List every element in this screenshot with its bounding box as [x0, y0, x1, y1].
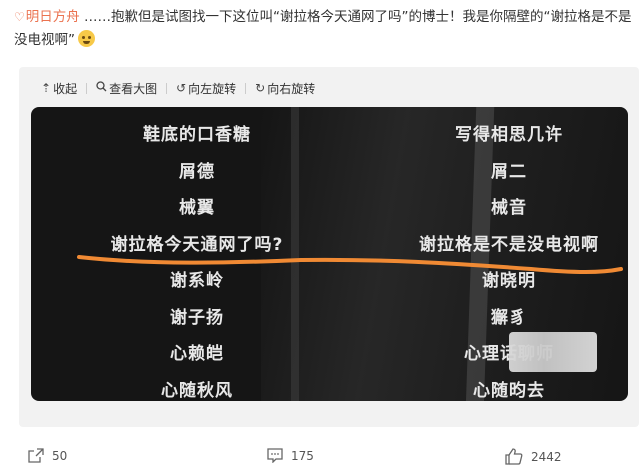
heart-icon: ♡ — [14, 10, 25, 24]
collapse-icon: ⇡ — [41, 81, 52, 95]
thumbs-up-icon — [505, 448, 523, 465]
crying-emoji-icon — [78, 30, 95, 47]
comment-icon — [267, 448, 283, 463]
post-body: ……抱歉但是试图找一下这位叫“谢拉格今天通网了吗”的博士！我是你隔壁的“谢拉格是… — [14, 9, 632, 48]
image-beam — [291, 107, 299, 401]
author-link[interactable]: 明日方舟 — [26, 9, 80, 25]
magnifier-icon — [96, 81, 107, 95]
divider — [86, 82, 88, 94]
credit-name: 心随昀去 — [473, 380, 545, 401]
credit-name: 写得相思几许 — [455, 125, 563, 145]
comment-button[interactable]: 175 — [267, 448, 314, 463]
credit-name: 鞋底的口香糖 — [143, 125, 251, 145]
rotate-right-label: 向右旋转 — [267, 81, 316, 96]
credits-left-column: 鞋底的口香糖 屑德 械翼 谢拉格今天通网了吗? 谢系岭 谢子扬 心赖皑 心随秋风 — [111, 117, 283, 401]
divider — [166, 82, 168, 94]
rotate-left-button[interactable]: ↺ 向左旋转 — [176, 80, 236, 97]
repost-count: 50 — [52, 448, 68, 463]
view-large-label: 查看大图 — [109, 81, 158, 96]
image-toolbar: ⇡ 收起 查看大图 ↺ 向左旋转 ↻ 向右旋转 — [41, 77, 315, 99]
credit-name: 谢子扬 — [170, 307, 224, 328]
comment-count: 175 — [291, 448, 314, 463]
credit-name: 谢系岭 — [170, 271, 224, 291]
repost-button[interactable]: 50 — [28, 448, 67, 463]
credit-name: 屑二 — [491, 161, 527, 182]
credit-name: 心随秋风 — [161, 380, 233, 401]
like-button[interactable]: 2442 — [505, 448, 562, 465]
rotate-left-icon: ↺ — [176, 81, 187, 95]
post-text: ♡明日方舟 ……抱歉但是试图找一下这位叫“谢拉格今天通网了吗”的博士！我是你隔壁… — [14, 6, 634, 52]
collapse-button[interactable]: ⇡ 收起 — [41, 80, 77, 97]
like-count: 2442 — [531, 449, 562, 464]
rotate-right-button[interactable]: ↻ 向右旋转 — [255, 80, 315, 97]
watermark-blur — [509, 332, 597, 372]
post-actions: 50 175 2442 — [0, 440, 641, 474]
credit-name: 獬豸 — [491, 307, 527, 328]
collapse-label: 收起 — [53, 81, 78, 96]
credit-name: 屑德 — [179, 161, 215, 182]
divider — [245, 82, 247, 94]
repost-icon — [28, 448, 44, 463]
media-box: ⇡ 收起 查看大图 ↺ 向左旋转 ↻ 向右旋转 鞋底的口香糖 屑德 械翼 谢拉格… — [19, 67, 639, 427]
rotate-right-icon: ↻ — [255, 81, 266, 95]
view-large-button[interactable]: 查看大图 — [96, 80, 157, 97]
credit-name: 谢拉格是不是没电视啊 — [419, 234, 599, 255]
credit-name: 谢晓明 — [482, 271, 536, 291]
credit-name: 械音 — [491, 198, 527, 218]
credit-name: 谢拉格今天通网了吗? — [110, 234, 284, 255]
credit-name: 械翼 — [179, 198, 215, 218]
credit-name: 心赖皑 — [170, 344, 224, 364]
rotate-left-label: 向左旋转 — [188, 81, 237, 96]
